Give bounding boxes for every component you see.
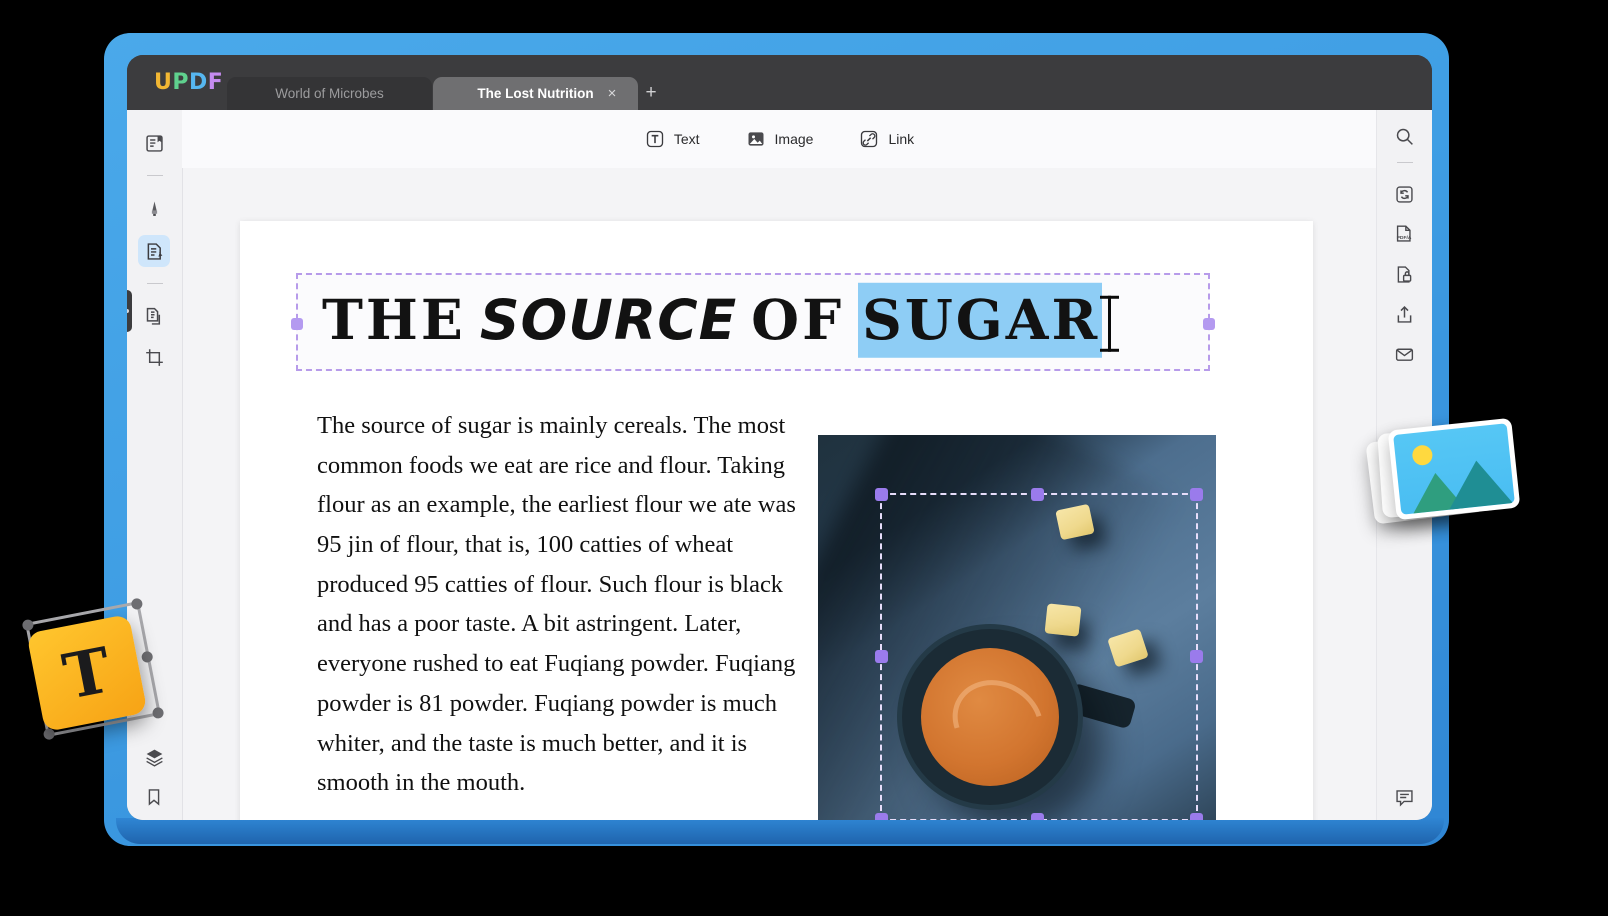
text-box-icon: [646, 130, 664, 148]
toolbar-button-text[interactable]: Text: [645, 129, 700, 149]
crop-icon: [145, 348, 163, 366]
edit-toolbar: Text Image Link: [182, 110, 1377, 168]
plus-icon[interactable]: +: [642, 83, 660, 102]
rail-divider-1: [147, 175, 163, 176]
rail-divider-2: [147, 283, 163, 284]
textbox-handle-right[interactable]: [1203, 318, 1215, 330]
right-item-protect[interactable]: [1388, 258, 1420, 290]
image-handle-bottom-left[interactable]: [875, 813, 888, 820]
toolbar-label: Link: [888, 131, 915, 147]
decoration-text-tool-badge: T: [21, 597, 165, 741]
sidebar-item-organize-pages[interactable]: [138, 300, 170, 332]
bookmark-icon: [148, 789, 160, 806]
screenshot-root: UPDF World of Microbes The Lost Nutritio…: [0, 0, 1608, 916]
image-handle-middle-left[interactable]: [875, 650, 888, 663]
logo-letter-f: F: [207, 70, 224, 95]
right-rail-divider: [1397, 162, 1413, 163]
body-paragraph[interactable]: The source of sugar is mainly cereals. T…: [317, 406, 797, 803]
right-item-share[interactable]: [1388, 298, 1420, 330]
image-handle-middle-right[interactable]: [1190, 650, 1203, 663]
decoration-image-stack: [1365, 417, 1522, 536]
right-item-search[interactable]: [1388, 120, 1420, 152]
highlighter-pen-icon: [151, 201, 157, 216]
edit-document-icon: [147, 242, 162, 260]
mountain-shape: [1444, 457, 1513, 510]
toolbar-button-link[interactable]: Link: [859, 129, 914, 149]
heading-part-source: SOURCE: [479, 287, 738, 352]
right-item-pdfa[interactable]: PDF/A: [1388, 218, 1420, 250]
sidebar-item-comment[interactable]: [138, 192, 170, 224]
app-body: Text Image Link PDF/A THE SOURCE OF SUGA…: [127, 110, 1432, 820]
sidebar-collapse-handle[interactable]: [127, 290, 132, 332]
pdfa-document-icon: PDF/A: [1397, 225, 1412, 242]
app-window: UPDF World of Microbes The Lost Nutritio…: [127, 55, 1432, 820]
sidebar-item-layers[interactable]: [138, 741, 170, 773]
logo-letter-u: U: [154, 70, 173, 95]
title-bar: UPDF World of Microbes The Lost Nutritio…: [127, 55, 1432, 110]
comment-bubble-icon: [1395, 789, 1413, 807]
search-icon: [1396, 128, 1413, 145]
sidebar-item-edit-pdf[interactable]: [138, 235, 170, 267]
envelope-icon: [1395, 348, 1413, 361]
document-lock-icon: [1397, 265, 1411, 283]
image-handle-bottom-center[interactable]: [1031, 813, 1044, 820]
sidebar-item-reader-view[interactable]: [138, 127, 170, 159]
decoration-handle: [140, 650, 154, 664]
right-item-comments-panel[interactable]: [1388, 781, 1420, 813]
tab-label: World of Microbes: [275, 86, 384, 101]
updf-logo: UPDF: [154, 70, 223, 95]
heading-selected-sugar[interactable]: SUGAR: [858, 282, 1103, 358]
image-selection-box[interactable]: [875, 488, 1203, 820]
link-icon: [861, 130, 878, 148]
page-stack-icon: [146, 307, 160, 325]
sun-icon: [1411, 444, 1434, 467]
page-title: THE SOURCE OF SUGAR: [322, 282, 1120, 358]
image-icon: [748, 132, 764, 146]
layers-icon: [145, 749, 163, 767]
share-upload-icon: [1397, 305, 1411, 323]
image-handle-top-right[interactable]: [1190, 488, 1203, 501]
sidebar-item-bookmark[interactable]: [138, 781, 170, 813]
image-thumbnail: [1393, 423, 1515, 515]
text-tool-icon: T: [26, 613, 148, 733]
tab-label: The Lost Nutrition: [477, 86, 594, 101]
image-handle-top-center[interactable]: [1031, 488, 1044, 501]
textbox-handle-left[interactable]: [291, 318, 303, 330]
toolbar-label: Text: [673, 131, 700, 147]
image-handle-top-left[interactable]: [875, 488, 888, 501]
logo-letter-d: D: [189, 70, 208, 95]
text-cursor-icon: [1100, 296, 1120, 353]
heading-part-of: OF: [751, 286, 845, 352]
sidebar-item-crop[interactable]: [138, 341, 170, 373]
right-item-convert[interactable]: [1388, 178, 1420, 210]
close-icon[interactable]: ×: [604, 86, 620, 102]
book-reader-icon: [145, 134, 163, 152]
toolbar-label: Image: [774, 131, 814, 147]
decoration-handle: [21, 618, 35, 632]
heading-part-the: THE: [322, 286, 466, 352]
document-page[interactable]: THE SOURCE OF SUGAR The source of sugar is …: [240, 221, 1313, 820]
device-bezel-bottom-edge: [116, 818, 1444, 844]
logo-letter-p: P: [172, 70, 189, 95]
tab-world-of-microbes[interactable]: World of Microbes: [227, 77, 432, 110]
svg-text:PDF/A: PDF/A: [1397, 235, 1412, 241]
image-card-front: [1387, 417, 1521, 521]
convert-refresh-icon: [1395, 185, 1413, 203]
image-handle-bottom-right[interactable]: [1190, 813, 1203, 820]
heading-text-box[interactable]: THE SOURCE OF SUGAR: [291, 273, 1215, 371]
right-item-email[interactable]: [1388, 338, 1420, 370]
toolbar-button-image[interactable]: Image: [746, 129, 814, 149]
